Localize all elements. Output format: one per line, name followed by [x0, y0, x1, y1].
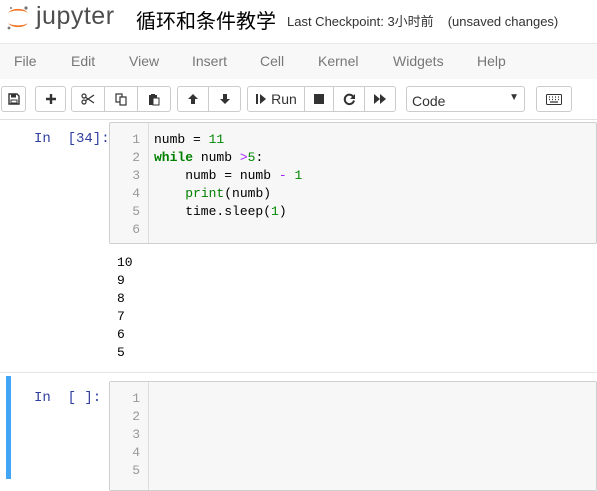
line-number: 3: [132, 427, 140, 442]
paste-button[interactable]: [138, 86, 171, 112]
output-line: 9: [117, 273, 125, 288]
cell-divider: [0, 372, 597, 373]
code-line: numb = numb - 1: [154, 168, 303, 183]
fast-forward-icon: [374, 94, 386, 104]
line-number: 4: [132, 445, 140, 460]
restart-run-all-button[interactable]: [365, 86, 396, 112]
line-number: 6: [132, 222, 140, 237]
line-number: 4: [132, 186, 140, 201]
copy-button[interactable]: [105, 86, 138, 112]
menu-cell[interactable]: Cell: [260, 53, 284, 69]
line-number-gutter: 1 2 3 4 5 6: [110, 123, 149, 243]
insert-cell-button[interactable]: [35, 86, 66, 112]
line-number: 2: [132, 150, 140, 165]
interrupt-button[interactable]: [305, 86, 334, 112]
line-number: 2: [132, 409, 140, 424]
restart-button[interactable]: [334, 86, 365, 112]
code-cell-input[interactable]: 1 2 3 4 5 6 numb = 11 while numb >5: num…: [109, 122, 597, 244]
line-number: 3: [132, 168, 140, 183]
jupyter-logo-icon: [7, 6, 28, 30]
run-button[interactable]: Run: [247, 86, 305, 112]
copy-icon: [115, 92, 127, 106]
menu-edit[interactable]: Edit: [71, 53, 95, 69]
menu-widgets[interactable]: Widgets: [393, 53, 444, 69]
selected-cell-indicator: [6, 376, 11, 479]
menubar: File Edit View Insert Cell Kernel Widget…: [0, 43, 597, 80]
menu-file[interactable]: File: [14, 53, 37, 69]
save-icon: [7, 93, 20, 105]
edit-button-group: [71, 86, 171, 112]
arrow-down-icon: [219, 94, 230, 104]
move-button-group: [177, 86, 241, 112]
run-icon: [256, 94, 267, 104]
restart-icon: [343, 93, 355, 105]
code-line: time.sleep(1): [154, 204, 287, 219]
save-button[interactable]: [1, 86, 26, 112]
cell-prompt: In [34]:: [34, 131, 110, 147]
menu-insert[interactable]: Insert: [192, 53, 227, 69]
code-line: print(numb): [185, 186, 272, 201]
code-cell-input[interactable]: 1 2 3 4 5: [109, 381, 597, 491]
run-button-group: Run: [247, 86, 396, 112]
code-line: while numb >5:: [154, 150, 264, 165]
cut-button[interactable]: [71, 86, 105, 112]
plus-icon: [45, 94, 56, 104]
move-up-button[interactable]: [177, 86, 209, 112]
checkpoint-status: Last Checkpoint: 3小时前 (unsaved changes): [287, 11, 558, 30]
output-line: 7: [117, 309, 125, 324]
checkpoint-text: Last Checkpoint: 3小时前: [287, 14, 434, 29]
cell-prompt: In [ ]:: [34, 390, 102, 406]
notebook-header: jupyter 循环和条件教学 Last Checkpoint: 3小时前 (un…: [0, 0, 597, 38]
keyboard-icon: [546, 93, 562, 105]
output-line: 10: [117, 255, 133, 270]
line-number: 1: [132, 132, 140, 147]
line-number-gutter: 1 2 3 4 5: [110, 382, 149, 490]
output-line: 5: [117, 345, 125, 360]
arrow-up-icon: [188, 94, 198, 104]
cell-type-value: Code: [412, 93, 446, 109]
notebook-title[interactable]: 循环和条件教学: [136, 5, 276, 34]
unsaved-indicator: (unsaved changes): [447, 14, 559, 29]
output-line: 6: [117, 327, 125, 342]
cut-icon: [81, 93, 95, 105]
logo-text[interactable]: jupyter: [36, 2, 115, 31]
run-label: Run: [271, 91, 297, 107]
menu-kernel[interactable]: Kernel: [318, 53, 358, 69]
code-line: numb = 11: [154, 132, 225, 147]
line-number: 5: [132, 463, 140, 478]
line-number: 5: [132, 204, 140, 219]
stop-icon: [314, 94, 324, 104]
caret-down-icon: ▼: [509, 92, 519, 103]
cell-type-select[interactable]: Code ▼: [406, 86, 525, 112]
paste-icon: [149, 93, 160, 105]
line-number: 1: [132, 391, 140, 406]
command-palette-button[interactable]: [536, 86, 572, 112]
move-down-button[interactable]: [209, 86, 241, 112]
output-line: 8: [117, 291, 125, 306]
menu-view[interactable]: View: [129, 53, 159, 69]
menu-help[interactable]: Help: [477, 53, 506, 69]
